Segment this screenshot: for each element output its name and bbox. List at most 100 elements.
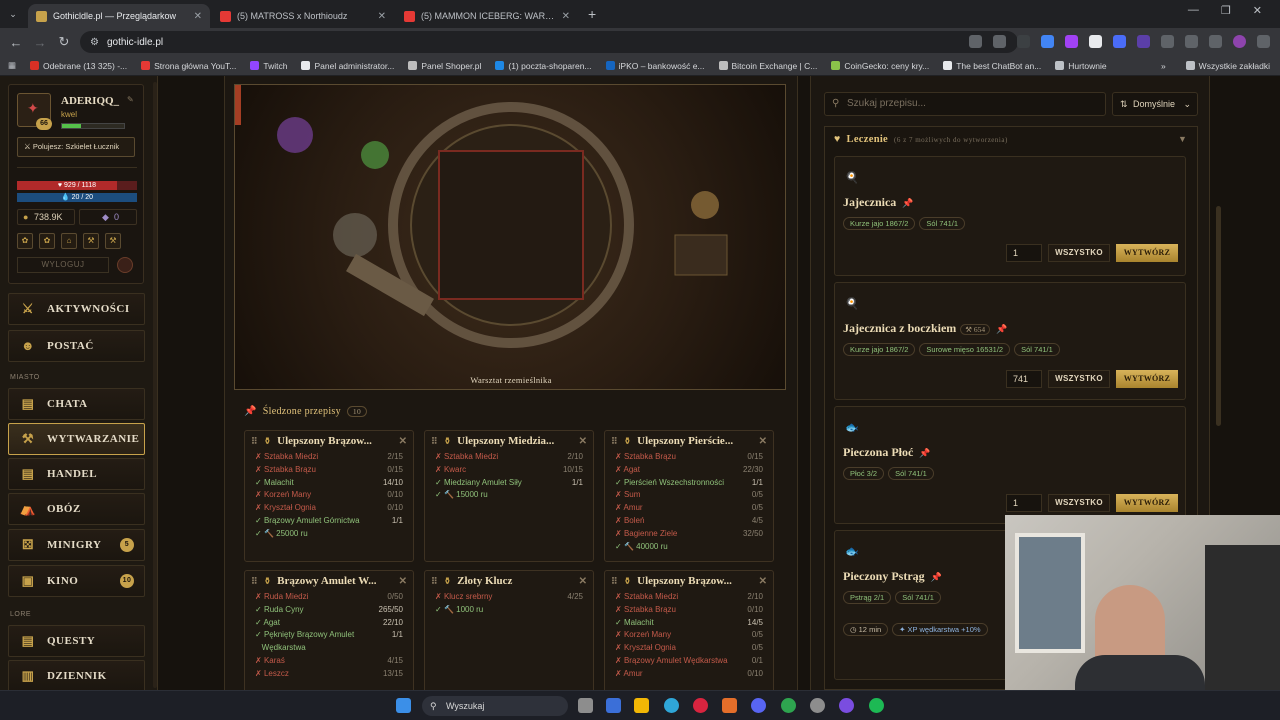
category-header[interactable]: ♥ Leczenie (6 z 7 możliwych do wytworzenia… bbox=[834, 134, 1008, 145]
pin-recipe-icon[interactable]: 📌 bbox=[902, 198, 913, 208]
site-info-icon[interactable]: ⚙ bbox=[90, 37, 99, 48]
page-scrollbar[interactable] bbox=[1216, 206, 1221, 426]
password-key-icon[interactable] bbox=[969, 35, 982, 48]
extension-icon[interactable] bbox=[1089, 35, 1102, 48]
recipe-search-input[interactable]: ⚲ Szukaj przepisu... bbox=[824, 92, 1106, 116]
apps-grid-icon[interactable]: ▦ bbox=[8, 60, 16, 71]
extension-icon[interactable] bbox=[1137, 35, 1150, 48]
close-tab-icon[interactable]: ✕ bbox=[378, 11, 386, 22]
url-field[interactable]: ⚙ gothic-idle.pl bbox=[80, 31, 1018, 53]
minimize-icon[interactable]: — bbox=[1188, 4, 1199, 17]
tab-search-icon[interactable]: ⌄ bbox=[0, 9, 26, 20]
browser-tab-youtube-1[interactable]: (5) MATROSS x Northioudz ✕ bbox=[212, 4, 394, 28]
bookmark-item[interactable]: Odebrane (13 325) -... bbox=[30, 61, 127, 71]
app-icon[interactable] bbox=[839, 698, 854, 713]
app-icon[interactable] bbox=[722, 698, 737, 713]
home-icon[interactable]: ⌂ bbox=[61, 233, 77, 249]
pin-recipe-icon[interactable]: 📌 bbox=[919, 448, 930, 458]
quantity-input[interactable]: 1 bbox=[1006, 494, 1042, 512]
nav-crafting[interactable]: ⚒ WYTWARZANIE bbox=[8, 423, 145, 455]
bookmark-item[interactable]: Panel administrator... bbox=[301, 61, 394, 71]
edge-icon[interactable] bbox=[664, 698, 679, 713]
sidebar-scrollbar[interactable] bbox=[153, 82, 157, 688]
tools-icon[interactable]: ⚒ bbox=[105, 233, 121, 249]
bookmark-item[interactable]: CoinGecko: ceny kry... bbox=[831, 61, 929, 71]
discord-icon[interactable] bbox=[751, 698, 766, 713]
bookmark-item[interactable]: iPKO – bankowość e... bbox=[605, 61, 705, 71]
file-explorer-icon[interactable] bbox=[634, 698, 649, 713]
nav-hut[interactable]: ▤ CHATA bbox=[8, 388, 145, 420]
bookmark-star-icon[interactable] bbox=[993, 35, 1006, 48]
new-tab-icon[interactable]: + bbox=[578, 6, 606, 22]
chrome-icon[interactable] bbox=[781, 698, 796, 713]
drag-handle-icon[interactable]: ⠿ bbox=[611, 576, 618, 587]
drag-handle-icon[interactable]: ⠿ bbox=[431, 436, 438, 447]
nav-activities[interactable]: ⚔ AKTYWNOŚCI bbox=[8, 293, 145, 325]
bookmark-item[interactable]: Panel Shoper.pl bbox=[408, 61, 481, 71]
extension-icon[interactable] bbox=[1113, 35, 1126, 48]
craft-icon[interactable]: ⚒ bbox=[83, 233, 99, 249]
nav-quests[interactable]: ▤ QUESTY bbox=[8, 625, 145, 657]
bookmark-item[interactable]: (1) poczta-shoparen... bbox=[495, 61, 592, 71]
spotify-icon[interactable] bbox=[869, 698, 884, 713]
edit-icon[interactable]: ✎ bbox=[127, 95, 134, 104]
chevron-right-icon[interactable]: » bbox=[1161, 61, 1166, 71]
craft-button[interactable]: WYTWÓRZ bbox=[1116, 370, 1178, 388]
untrack-close-icon[interactable]: ✕ bbox=[759, 436, 767, 447]
drag-handle-icon[interactable]: ⠿ bbox=[251, 576, 258, 587]
browser-tab-youtube-2[interactable]: (5) MAMMON ICEBERG: WARST ✕ bbox=[396, 4, 578, 28]
all-bookmarks[interactable]: » Wszystkie zakładki bbox=[1161, 61, 1280, 71]
profile-avatar-icon[interactable] bbox=[1233, 35, 1246, 48]
untrack-close-icon[interactable]: ✕ bbox=[579, 576, 587, 587]
forward-icon[interactable]: → bbox=[28, 35, 52, 50]
quantity-input[interactable]: 741 bbox=[1006, 370, 1042, 388]
bookmark-item[interactable]: Bitcoin Exchange | C... bbox=[718, 61, 817, 71]
logout-button[interactable]: WYLOGUJ bbox=[17, 257, 109, 273]
sort-select[interactable]: ⇅ Domyślnie ⌄ bbox=[1112, 92, 1198, 116]
untrack-close-icon[interactable]: ✕ bbox=[399, 576, 407, 587]
extension-icon[interactable] bbox=[1041, 35, 1054, 48]
untrack-close-icon[interactable]: ✕ bbox=[579, 436, 587, 447]
downloads-icon[interactable] bbox=[1209, 35, 1222, 48]
drag-handle-icon[interactable]: ⠿ bbox=[431, 576, 438, 587]
pin-recipe-icon[interactable]: 📌 bbox=[931, 572, 942, 582]
task-view-icon[interactable] bbox=[578, 698, 593, 713]
browser-tab-gothic[interactable]: Gothicldle.pl — Przeglądarkow ✕ bbox=[28, 4, 210, 28]
untrack-close-icon[interactable]: ✕ bbox=[759, 576, 767, 587]
nav-trade[interactable]: ▤ HANDEL bbox=[8, 458, 145, 490]
bookmark-item[interactable]: Hurtownie bbox=[1055, 61, 1107, 71]
bookmark-item[interactable]: The best ChatBot an... bbox=[943, 61, 1041, 71]
reload-icon[interactable]: ↻ bbox=[52, 34, 76, 50]
craft-all-button[interactable]: WSZYSTKO bbox=[1048, 494, 1110, 512]
nav-cinema[interactable]: ▣ KINO 10 bbox=[8, 565, 145, 597]
settings-round-icon[interactable] bbox=[117, 257, 133, 273]
back-icon[interactable]: ← bbox=[4, 35, 28, 50]
nav-journal[interactable]: ▥ DZIENNIK bbox=[8, 660, 145, 690]
taskbar-search[interactable]: ⚲ Wyszukaj bbox=[422, 696, 568, 716]
extensions-puzzle-icon[interactable] bbox=[1161, 35, 1174, 48]
close-tab-icon[interactable]: ✕ bbox=[562, 11, 570, 22]
nav-character[interactable]: ☻ POSTAĆ bbox=[8, 330, 145, 362]
bookmark-item[interactable]: Strona główna YouT... bbox=[141, 61, 236, 71]
hunting-status[interactable]: ⚔ Polujesz: Szkielet Łucznik bbox=[17, 137, 135, 157]
inventory-icon[interactable]: ✿ bbox=[39, 233, 55, 249]
menu-kebab-icon[interactable] bbox=[1257, 35, 1270, 48]
extension-icon[interactable] bbox=[1017, 35, 1030, 48]
quantity-input[interactable]: 1 bbox=[1006, 244, 1042, 262]
pin-recipe-icon[interactable]: 📌 bbox=[996, 324, 1007, 334]
craft-button[interactable]: WYTWÓRZ bbox=[1116, 244, 1178, 262]
close-tab-icon[interactable]: ✕ bbox=[194, 11, 202, 22]
windows-start-icon[interactable] bbox=[396, 698, 411, 713]
drag-handle-icon[interactable]: ⠿ bbox=[251, 436, 258, 447]
avatar[interactable]: ✦ 66 bbox=[17, 93, 52, 130]
craft-button[interactable]: WYTWÓRZ bbox=[1116, 494, 1178, 512]
craft-all-button[interactable]: WSZYSTKO bbox=[1048, 370, 1110, 388]
nav-minigames[interactable]: ⚄ MINIGRY 5 bbox=[8, 529, 145, 561]
close-window-icon[interactable]: ✕ bbox=[1253, 4, 1262, 17]
opera-icon[interactable] bbox=[693, 698, 708, 713]
reading-list-icon[interactable] bbox=[1185, 35, 1198, 48]
collapse-caret-icon[interactable]: ▼ bbox=[1178, 134, 1187, 144]
extension-icon[interactable] bbox=[1065, 35, 1078, 48]
drag-handle-icon[interactable]: ⠿ bbox=[611, 436, 618, 447]
nav-camp[interactable]: ⛺ OBÓZ bbox=[8, 493, 145, 525]
